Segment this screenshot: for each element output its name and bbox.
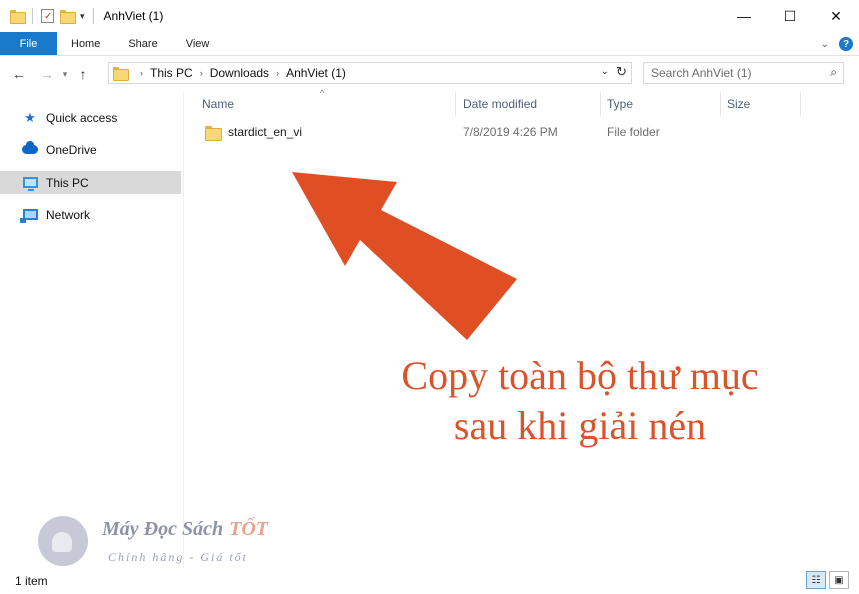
- divider: [32, 8, 33, 24]
- chevron-down-icon[interactable]: ⌄: [821, 39, 829, 50]
- column-divider[interactable]: [720, 92, 721, 116]
- nav-item-onedrive[interactable]: OneDrive: [0, 138, 181, 161]
- watermark-brand-name: Máy Đọc Sách: [102, 518, 224, 540]
- window-controls: — ☐ ✕: [721, 0, 859, 32]
- star-icon: ★: [24, 109, 36, 125]
- breadcrumb-anhviet[interactable]: AnhViet (1): [286, 66, 346, 80]
- search-input[interactable]: Search AnhViet (1) ⌕: [643, 62, 844, 84]
- chevron-right-icon[interactable]: ›: [200, 68, 203, 78]
- column-divider[interactable]: [600, 92, 601, 116]
- tab-view[interactable]: View: [172, 32, 224, 55]
- navigation-bar: ← → ▾ ↑ › This PC › Downloads › AnhViet …: [0, 56, 859, 92]
- watermark: Máy Đọc Sách TỐT Chính hãng - Giá tốt: [38, 516, 298, 568]
- column-header-name[interactable]: Name: [202, 92, 234, 116]
- column-divider[interactable]: [455, 92, 456, 116]
- new-folder-icon[interactable]: [60, 10, 76, 24]
- breadcrumb-downloads[interactable]: Downloads: [210, 66, 269, 80]
- column-header-type[interactable]: Type: [607, 92, 633, 116]
- table-row[interactable]: stardict_en_vi 7/8/2019 4:26 PM File fol…: [198, 121, 838, 143]
- folder-icon: [205, 125, 222, 141]
- tab-file[interactable]: File: [0, 32, 57, 55]
- details-view-icon[interactable]: ☷: [806, 571, 826, 589]
- network-icon: [19, 209, 38, 223]
- view-switcher: ☷ ▣: [806, 571, 849, 589]
- tab-share[interactable]: Share: [114, 32, 171, 55]
- nav-item-label: Quick access: [46, 110, 118, 125]
- address-dropdown-icon[interactable]: ⌄: [601, 66, 609, 77]
- quick-access-toolbar: ✓ ▾: [0, 0, 96, 32]
- watermark-tagline: Chính hãng - Giá tốt: [108, 550, 249, 564]
- annotation-text: Copy toàn bộ thư mục sau khi giải nén: [375, 351, 785, 451]
- column-header-date-modified[interactable]: Date modified: [463, 92, 537, 116]
- customize-toolbar-icon[interactable]: ▾: [80, 11, 85, 22]
- nav-item-label: Network: [46, 207, 91, 222]
- file-name-cell[interactable]: stardict_en_vi: [205, 121, 302, 143]
- status-bar: 1 item ☷ ▣: [0, 568, 859, 594]
- watermark-brand: Máy Đọc Sách TỐT: [102, 518, 268, 541]
- breadcrumb-this-pc[interactable]: This PC: [150, 66, 193, 80]
- date-modified-cell: 7/8/2019 4:26 PM: [463, 125, 558, 139]
- file-list: ^ Name Date modified Type Size stardict_…: [185, 88, 859, 568]
- file-name: stardict_en_vi: [228, 125, 303, 139]
- address-bar[interactable]: › This PC › Downloads › AnhViet (1) ⌄ ↻: [108, 62, 632, 84]
- window-title: AnhViet (1): [103, 9, 164, 23]
- search-placeholder: Search AnhViet (1): [651, 66, 752, 80]
- annotation-line-2: sau khi giải nén: [453, 403, 707, 448]
- type-cell: File folder: [607, 125, 660, 139]
- title-bar: ✓ ▾ AnhViet (1) — ☐ ✕: [0, 0, 859, 32]
- nav-item-this-pc[interactable]: This PC: [0, 171, 181, 194]
- forward-arrow-icon[interactable]: →: [36, 66, 58, 82]
- column-divider[interactable]: [800, 92, 801, 116]
- tab-home[interactable]: Home: [57, 32, 114, 55]
- chevron-right-icon[interactable]: ›: [276, 68, 279, 78]
- navigation-pane: ★ Quick access OneDrive This PC Network: [0, 92, 184, 568]
- large-icons-view-icon[interactable]: ▣: [829, 571, 849, 589]
- cloud-icon: [22, 141, 38, 154]
- watermark-brand-accent: TỐT: [229, 518, 268, 540]
- item-count: 1 item: [15, 574, 48, 588]
- refresh-icon[interactable]: ↻: [616, 64, 627, 80]
- watermark-logo-icon: [38, 516, 88, 566]
- up-arrow-icon[interactable]: ↑: [72, 66, 94, 82]
- maximize-button[interactable]: ☐: [767, 0, 813, 32]
- back-arrow-icon[interactable]: ←: [8, 66, 30, 82]
- annotation-line-1: Copy toàn bộ thư mục: [401, 353, 759, 398]
- column-header-size[interactable]: Size: [727, 92, 750, 116]
- chevron-right-icon: ›: [140, 68, 143, 78]
- folder-icon: [113, 67, 129, 81]
- nav-item-network[interactable]: Network: [0, 203, 181, 226]
- nav-item-label: OneDrive: [46, 142, 97, 157]
- nav-item-label: This PC: [46, 175, 89, 190]
- computer-icon: [22, 177, 38, 191]
- ribbon-options: ⌄ ?: [821, 32, 853, 56]
- ribbon-tabs: File Home Share View ⌄ ?: [0, 32, 859, 56]
- breadcrumb: › This PC › Downloads › AnhViet (1): [133, 66, 346, 80]
- sort-ascending-icon: ^: [320, 88, 325, 98]
- folder-icon[interactable]: [10, 10, 26, 24]
- search-icon[interactable]: ⌕: [830, 65, 837, 80]
- help-icon[interactable]: ?: [839, 37, 853, 51]
- divider: [92, 8, 94, 24]
- properties-icon[interactable]: ✓: [41, 9, 54, 23]
- close-button[interactable]: ✕: [813, 0, 859, 32]
- nav-item-quick-access[interactable]: ★ Quick access: [0, 106, 181, 129]
- minimize-button[interactable]: —: [721, 0, 767, 32]
- recent-locations-icon[interactable]: ▾: [58, 69, 72, 80]
